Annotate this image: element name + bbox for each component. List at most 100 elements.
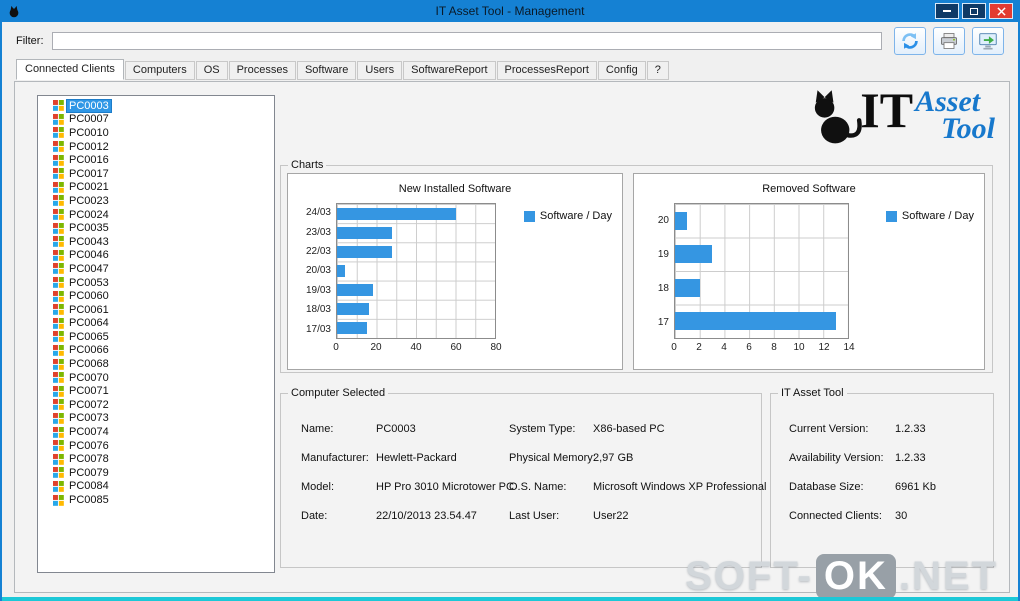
tree-item-pc0073[interactable]: PC0073 bbox=[38, 412, 274, 426]
export-button[interactable] bbox=[972, 26, 1004, 55]
windows-logo-icon bbox=[53, 249, 64, 261]
x-axis-labels: 0 20 40 60 80 bbox=[333, 339, 501, 354]
tab-software[interactable]: Software bbox=[296, 61, 357, 80]
chart-title: Removed Software bbox=[762, 183, 856, 195]
tree-item-label: PC0078 bbox=[69, 453, 109, 466]
x-tick-label: 40 bbox=[410, 342, 422, 353]
tree-item-pc0071[interactable]: PC0071 bbox=[38, 384, 274, 398]
chart-body: 24/03 23/03 22/03 20/03 19/03 18/03 17/03 0 20 4… bbox=[288, 203, 622, 354]
tree-item-pc0079[interactable]: PC0079 bbox=[38, 466, 274, 480]
x-tick-label: 80 bbox=[490, 342, 502, 353]
export-icon bbox=[979, 32, 997, 50]
toolbar: Filter: bbox=[2, 22, 1018, 59]
tree-item-pc0074[interactable]: PC0074 bbox=[38, 425, 274, 439]
y-axis-labels: 20 19 18 17 bbox=[634, 203, 674, 339]
toolbar-buttons bbox=[894, 26, 1004, 55]
tree-item-pc0053[interactable]: PC0053 bbox=[38, 276, 274, 290]
x-tick-label: 20 bbox=[370, 342, 382, 353]
maximize-button[interactable] bbox=[962, 3, 986, 19]
tree-item-pc0047[interactable]: PC0047 bbox=[38, 262, 274, 276]
windows-logo-icon bbox=[53, 127, 64, 139]
titlebar[interactable]: IT Asset Tool - Management bbox=[2, 0, 1018, 22]
tree-item-pc0007[interactable]: PC0007 bbox=[38, 113, 274, 127]
legend-swatch bbox=[523, 210, 535, 222]
tree-item-pc0043[interactable]: PC0043 bbox=[38, 235, 274, 249]
windows-logo-icon bbox=[53, 222, 64, 234]
tree-item-pc0078[interactable]: PC0078 bbox=[38, 452, 274, 466]
tree-item-pc0016[interactable]: PC0016 bbox=[38, 153, 274, 167]
tree-item-pc0064[interactable]: PC0064 bbox=[38, 317, 274, 331]
tree-item-pc0084[interactable]: PC0084 bbox=[38, 480, 274, 494]
bar-row bbox=[337, 204, 495, 223]
tab-softwarereport[interactable]: SoftwareReport bbox=[403, 61, 496, 80]
bar bbox=[675, 245, 713, 264]
field-value: HP Pro 3010 Microtower PC bbox=[376, 481, 514, 493]
y-tick-label: 24/03 bbox=[305, 207, 331, 219]
tree-item-label: PC0065 bbox=[69, 330, 109, 343]
tab-computers[interactable]: Computers bbox=[124, 61, 195, 80]
bottom-edge-strip bbox=[2, 597, 1018, 601]
bar-row bbox=[337, 319, 495, 338]
tab-users[interactable]: Users bbox=[357, 61, 403, 80]
tab-os[interactable]: OS bbox=[195, 61, 228, 80]
cat-logo-icon bbox=[815, 90, 863, 144]
windows-logo-icon bbox=[53, 331, 64, 343]
field-row: O.S. Name: Microsoft Windows XP Professio… bbox=[509, 481, 766, 493]
y-tick-label: 17/03 bbox=[305, 323, 331, 335]
bar bbox=[337, 245, 393, 258]
tab-processesreport[interactable]: ProcessesReport bbox=[496, 61, 597, 80]
tree-item-pc0066[interactable]: PC0066 bbox=[38, 344, 274, 358]
bar bbox=[675, 312, 836, 331]
bar-row bbox=[337, 242, 495, 261]
tab-connected-clients[interactable]: Connected Clients bbox=[16, 59, 124, 80]
field-value: 2,97 GB bbox=[593, 452, 634, 464]
y-tick-label: 18 bbox=[657, 282, 669, 294]
print-button[interactable] bbox=[933, 26, 965, 55]
field-label: Last User: bbox=[509, 510, 560, 522]
tree-item-pc0023[interactable]: PC0023 bbox=[38, 194, 274, 208]
tree-item-pc0046[interactable]: PC0046 bbox=[38, 249, 274, 263]
field-row: Current Version: 1.2.33 bbox=[789, 423, 993, 435]
field-row: Connected Clients: 30 bbox=[789, 510, 993, 522]
tree-item-pc0021[interactable]: PC0021 bbox=[38, 181, 274, 195]
chart-legend: Software / Day bbox=[523, 210, 612, 222]
refresh-button[interactable] bbox=[894, 26, 926, 55]
legend-swatch bbox=[885, 210, 897, 222]
tab--[interactable]: ? bbox=[646, 61, 669, 80]
tree-item-label: PC0076 bbox=[69, 439, 109, 452]
tree-item-pc0076[interactable]: PC0076 bbox=[38, 439, 274, 453]
bar bbox=[675, 211, 688, 230]
tab-config[interactable]: Config bbox=[597, 61, 646, 80]
tree-item-pc0065[interactable]: PC0065 bbox=[38, 330, 274, 344]
tree-item-pc0068[interactable]: PC0068 bbox=[38, 357, 274, 371]
tree-item-pc0012[interactable]: PC0012 bbox=[38, 140, 274, 154]
tree-item-pc0010[interactable]: PC0010 bbox=[38, 126, 274, 140]
field-label: Connected Clients: bbox=[789, 510, 882, 522]
tree-item-label: PC0085 bbox=[69, 494, 109, 507]
tree-item-label: PC0053 bbox=[69, 276, 109, 289]
computer-selected-label: Computer Selected bbox=[291, 387, 386, 399]
client-tree[interactable]: PC0003 PC0007 PC0010 PC0012 PC0016 PC0017 PC00… bbox=[37, 95, 275, 573]
minimize-button[interactable] bbox=[935, 3, 959, 19]
tree-item-pc0035[interactable]: PC0035 bbox=[38, 221, 274, 235]
tree-item-pc0024[interactable]: PC0024 bbox=[38, 208, 274, 222]
field-row: Manufacturer: Hewlett-Packard bbox=[301, 452, 509, 464]
filter-input[interactable] bbox=[51, 31, 882, 50]
windows-logo-icon bbox=[53, 317, 64, 329]
tree-item-pc0061[interactable]: PC0061 bbox=[38, 303, 274, 317]
it-asset-tool-groupbox: IT Asset Tool Current Version: 1.2.33 Avai… bbox=[770, 387, 994, 568]
tree-item-pc0003[interactable]: PC0003 bbox=[38, 98, 274, 113]
tree-item-pc0072[interactable]: PC0072 bbox=[38, 398, 274, 412]
tree-item-pc0070[interactable]: PC0070 bbox=[38, 371, 274, 385]
tree-item-pc0017[interactable]: PC0017 bbox=[38, 167, 274, 181]
filter-label: Filter: bbox=[16, 34, 44, 47]
y-tick-label: 22/03 bbox=[305, 246, 331, 258]
bar-row bbox=[675, 204, 848, 238]
tree-item-pc0060[interactable]: PC0060 bbox=[38, 289, 274, 303]
x-tick-label: 10 bbox=[793, 342, 805, 353]
field-row: Physical Memory: 2,97 GB bbox=[509, 452, 766, 464]
tab-processes[interactable]: Processes bbox=[228, 61, 296, 80]
x-tick-label: 2 bbox=[696, 342, 702, 353]
tree-item-pc0085[interactable]: PC0085 bbox=[38, 493, 274, 507]
close-button[interactable] bbox=[989, 3, 1013, 19]
